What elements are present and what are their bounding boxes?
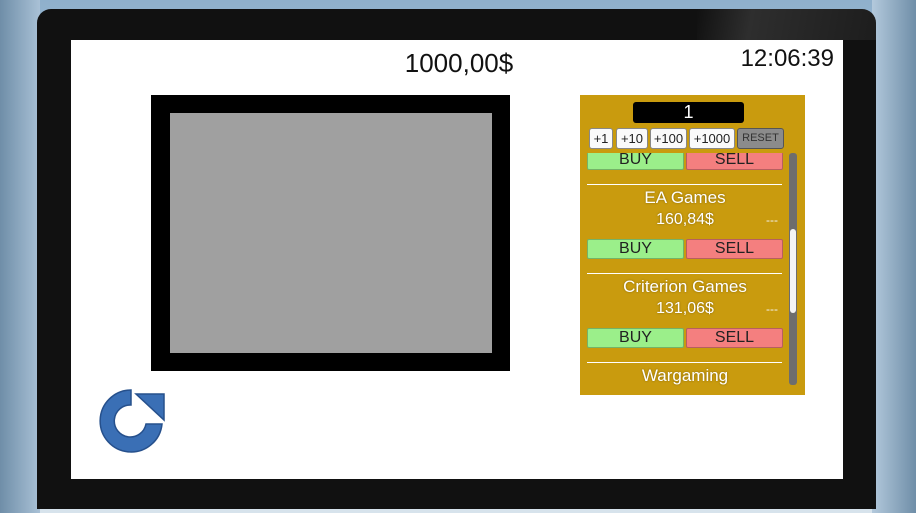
money-display: 1000,00$: [404, 48, 514, 78]
increment-10-button[interactable]: +10: [616, 128, 648, 149]
company-name: Wargaming: [641, 366, 729, 385]
increment-100-button[interactable]: +100: [650, 128, 687, 149]
buy-button[interactable]: BUY: [587, 328, 684, 348]
background-right: [872, 0, 916, 513]
sell-button[interactable]: SELL: [686, 328, 783, 348]
increment-1-button[interactable]: +1: [589, 128, 613, 149]
list-divider: [587, 184, 782, 185]
clock-display: 12:06:39: [740, 45, 834, 72]
scrollbar-thumb[interactable]: [790, 229, 796, 313]
company-change: ---: [766, 213, 778, 227]
monitor-display: [170, 113, 492, 353]
company-change: ---: [766, 302, 778, 316]
company-name: EA Games: [644, 188, 726, 207]
company-name: Criterion Games: [623, 277, 747, 296]
sell-button[interactable]: SELL: [686, 153, 783, 170]
sell-button[interactable]: SELL: [686, 239, 783, 259]
increment-1000-button[interactable]: +1000: [689, 128, 735, 149]
buy-button[interactable]: BUY: [587, 153, 684, 170]
quantity-display: 1: [633, 102, 744, 123]
bezel-reflection: [697, 9, 876, 40]
company-list: BUY SELL EA Games 160,84$ --- BUY SELL C…: [580, 153, 790, 395]
buy-button[interactable]: BUY: [587, 239, 684, 259]
background-left: [0, 0, 40, 513]
trade-panel: 1 +1 +10 +100 +1000 RESET BUY SELL EA Ga…: [580, 95, 805, 395]
list-divider: [587, 273, 782, 274]
company-price: 131,06$: [656, 300, 714, 317]
company-price: 160,84$: [656, 211, 714, 228]
stock-monitor: [151, 95, 510, 371]
list-divider: [587, 362, 782, 363]
refresh-icon[interactable]: [94, 384, 168, 458]
reset-button[interactable]: RESET: [737, 128, 784, 149]
laptop-screen: 1000,00$ 12:06:39 1 +1 +10 +100 +1000 RE…: [71, 40, 843, 479]
